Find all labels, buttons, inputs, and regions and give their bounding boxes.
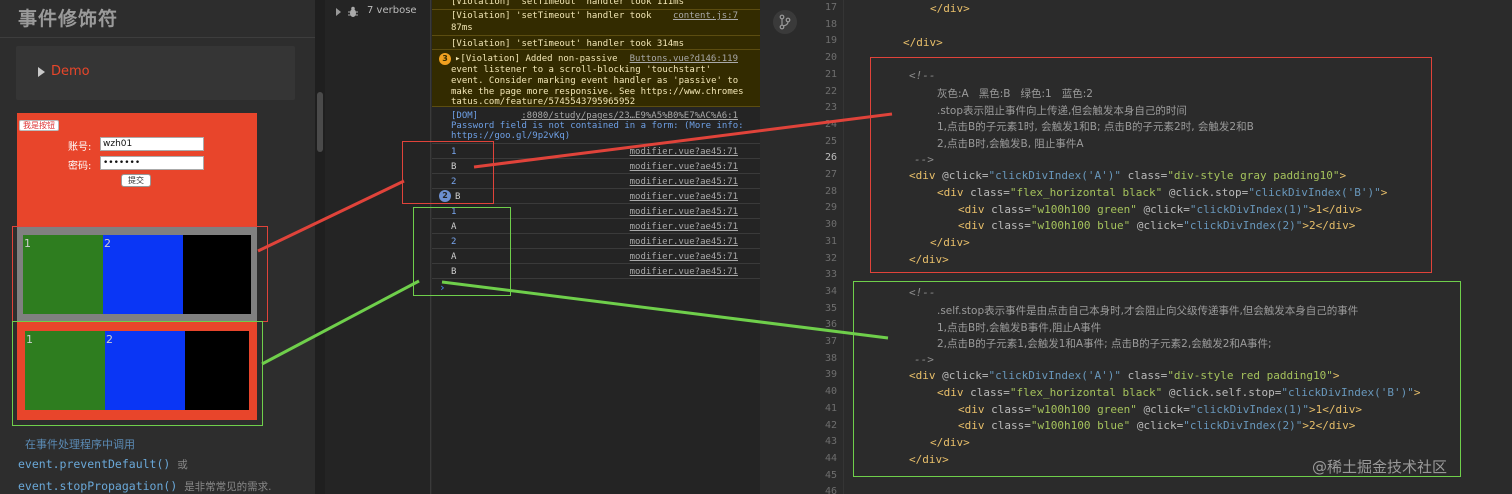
console-source-link[interactable]: modifier.vue?ae45:71 [630,251,738,263]
title-divider [0,37,315,38]
line-number: 45 [824,469,837,481]
console-source-link[interactable]: modifier.vue?ae45:71 [630,221,738,233]
console-row[interactable]: [Violation] 'setTimeout' handler took 31… [432,36,760,50]
note-line-1: 在事件处理程序中调用 [25,438,135,451]
account-input[interactable]: wzh01 [100,137,204,151]
annotation-box-red-console [402,141,494,204]
line-number: 17 [824,2,837,13]
console-row[interactable]: [DOM] :8080/study/pages/23…E9%A5%B0%E7%A… [432,107,760,144]
note-text: 或 [177,459,188,471]
password-input[interactable]: ••••••• [100,156,204,170]
line-number: 20 [824,52,837,64]
console-source-link[interactable]: modifier.vue?ae45:71 [630,266,738,278]
scrollbar-track[interactable] [315,0,325,494]
line-number: 43 [824,436,837,448]
submit-button[interactable]: 提交 [121,174,151,187]
line-number: 46 [824,486,837,494]
console-source-link[interactable]: modifier.vue?ae45:71 [630,146,738,158]
inline-code: event.preventDefault() [18,457,171,471]
line-number: 35 [824,302,837,314]
line-number: 41 [824,402,837,414]
editor-gutter: 17 18 19 20 21 22 23 24 25 26 27 28 29 30 31 32 33 34 35 36… [761,0,845,494]
account-label: 账号: [68,142,92,153]
console-source-link[interactable]: modifier.vue?ae45:71 [630,206,738,218]
line-number: 36 [824,319,837,331]
bug-icon [348,6,358,17]
line-number: 40 [824,386,837,398]
console-row[interactable]: [Violation] 'setTimeout' handler took 11… [432,0,760,10]
gutter-divider [843,0,844,494]
console-message: [Violation] 'setTimeout' handler took 11… [451,0,684,7]
note-line-2: event.preventDefault() 或 [18,457,188,472]
note-line-3: event.stopPropagation() 是非常常见的需求. [18,479,272,494]
console-source-link[interactable]: modifier.vue?ae45:71 [630,161,738,173]
line-number: 24 [824,118,837,130]
console-source-link[interactable]: modifier.vue?ae45:71 [630,191,738,203]
code-line-19: </div> [903,36,943,49]
note-text: 是非常常见的需求. [184,481,272,493]
expand-arrow-icon[interactable] [336,8,341,16]
line-number: 22 [824,85,837,97]
console-row[interactable]: [Violation] 'setTimeout' handler took co… [432,10,760,36]
line-number: 34 [824,285,837,297]
page-title: 事件修饰符 [18,8,119,30]
tag-button[interactable]: 我是按钮 [19,120,59,131]
line-number: 19 [824,35,837,47]
line-number: 32 [824,252,837,264]
annotation-box-green-console [413,207,511,296]
line-number: 37 [824,336,837,347]
line-number: 25 [824,135,837,147]
line-number: 28 [824,185,837,197]
line-number: 23 [824,102,837,114]
console-message: [Violation] 'setTimeout' handler took 31… [451,39,684,49]
line-number: 18 [824,18,837,30]
console-message: [Violation] 'setTimeout' handler took [451,11,652,21]
demo-form-panel: 我是按钮 账号: wzh01 密码: ••••••• 提交 [17,113,257,231]
line-number: 30 [824,219,837,231]
caret-right-icon [38,67,45,77]
line-number: 42 [824,419,837,431]
annotation-box-green-demo [12,321,263,426]
line-number: 27 [824,169,837,180]
console-source-link[interactable]: content.js:7 [673,10,738,22]
console-message-cont: 87ms [451,23,473,33]
annotation-box-red-code [870,57,1432,273]
repeat-count-badge: 3 [439,53,451,65]
line-number: 44 [824,452,837,464]
line-number: 31 [824,235,837,247]
demo-label: Demo [51,64,90,79]
console-row[interactable]: 3 ▸[Violation] Added non-passive Buttons… [432,50,760,107]
line-number: 39 [824,369,837,381]
annotation-box-green-code [853,281,1461,477]
inline-code: event.stopPropagation() [18,479,178,493]
console-source-link[interactable]: modifier.vue?ae45:71 [630,236,738,248]
code-line-17: </div> [930,2,970,15]
line-number: 38 [824,352,837,364]
line-number: 26 [824,152,837,164]
verbose-filter[interactable]: 7 verbose [367,5,417,16]
line-number: 29 [824,202,837,214]
console-source-link[interactable]: modifier.vue?ae45:71 [630,176,738,188]
password-label: 密码: [68,161,92,172]
demo-toggle[interactable]: Demo [16,46,295,100]
annotation-box-red-demo [12,226,268,322]
scrollbar-thumb[interactable] [317,92,323,152]
line-number: 21 [824,68,837,80]
line-number: 33 [824,269,837,281]
